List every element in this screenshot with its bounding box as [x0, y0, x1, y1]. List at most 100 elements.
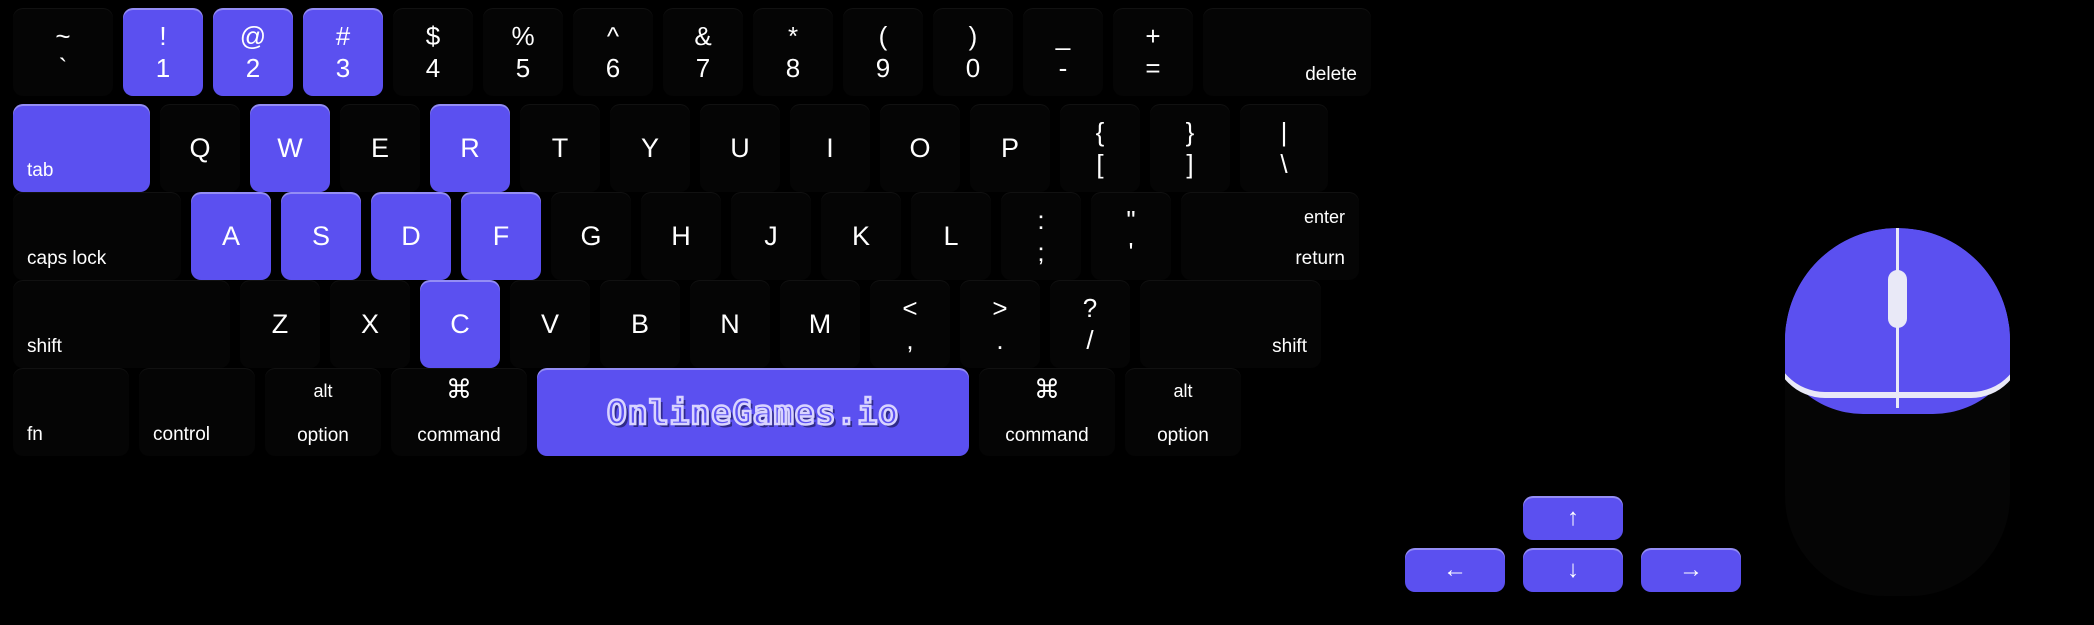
- key-delete[interactable]: delete: [1203, 8, 1371, 96]
- key-caps-lock[interactable]: caps lock: [13, 192, 181, 280]
- key-T[interactable]: T: [520, 104, 600, 192]
- key-U[interactable]: U: [700, 104, 780, 192]
- key-H[interactable]: H: [641, 192, 721, 280]
- key-M[interactable]: M: [780, 280, 860, 368]
- key-Z[interactable]: Z: [240, 280, 320, 368]
- key-label: caps lock: [27, 248, 107, 269]
- key-B[interactable]: B: [600, 280, 680, 368]
- key-space[interactable]: OnlineGames.io: [537, 368, 969, 456]
- key-shift-right[interactable]: shift: [1140, 280, 1321, 368]
- key-glyph-top: ": [1126, 205, 1136, 235]
- key-R[interactable]: R: [430, 104, 510, 192]
- key-glyph-top: ~: [55, 21, 71, 51]
- key-5[interactable]: % 5: [483, 8, 563, 96]
- keyboard-mouse-controls-screen: ~ ` ! 1 @2 #3 $4 % 5 ^ 6 & 7 * 8 (9) 0…: [0, 0, 2094, 625]
- arrow-left-icon: ←: [1443, 556, 1467, 583]
- key-glyph-bottom: [: [1096, 149, 1104, 179]
- key-W[interactable]: W: [250, 104, 330, 192]
- key-fn[interactable]: fn: [13, 368, 129, 456]
- key-X[interactable]: X: [330, 280, 410, 368]
- key-glyph: V: [540, 308, 559, 339]
- key-label: delete: [1305, 64, 1357, 85]
- key-label: tab: [27, 160, 54, 181]
- key-comma[interactable]: <,: [870, 280, 950, 368]
- key-glyph: S: [311, 220, 330, 251]
- key-arrow-down[interactable]: ↓: [1523, 548, 1623, 592]
- key-shift-left[interactable]: shift: [13, 280, 230, 368]
- keyboard-row-qwerty: tab Q W E R T Y U I O P {[ }] | \: [8, 104, 1333, 192]
- key-glyph-bottom: 1: [155, 53, 171, 83]
- key-label: shift: [27, 336, 62, 357]
- key-control[interactable]: control: [139, 368, 255, 456]
- key-glyph-bottom: -: [1058, 53, 1068, 83]
- virtual-keyboard: ~ ` ! 1 @2 #3 $4 % 5 ^ 6 & 7 * 8 (9) 0…: [0, 0, 1760, 625]
- key-semicolon[interactable]: :;: [1001, 192, 1081, 280]
- key-bracket-left[interactable]: {[: [1060, 104, 1140, 192]
- key-equals[interactable]: + =: [1113, 8, 1193, 96]
- key-glyph-bottom: 0: [965, 53, 981, 83]
- key-slash[interactable]: ? /: [1050, 280, 1130, 368]
- key-Q[interactable]: Q: [160, 104, 240, 192]
- key-glyph-bottom: /: [1086, 325, 1094, 355]
- key-glyph-top: $: [425, 21, 441, 51]
- key-A[interactable]: A: [191, 192, 271, 280]
- key-glyph: H: [671, 220, 691, 251]
- key-option-left[interactable]: alt option: [265, 368, 381, 456]
- key-glyph-bottom: 2: [245, 53, 261, 83]
- key-G[interactable]: G: [551, 192, 631, 280]
- key-1[interactable]: ! 1: [123, 8, 203, 96]
- key-P[interactable]: P: [970, 104, 1050, 192]
- key-arrow-up[interactable]: ↑: [1523, 496, 1623, 540]
- key-tab[interactable]: tab: [13, 104, 150, 192]
- key-C[interactable]: C: [420, 280, 500, 368]
- key-arrow-right[interactable]: →: [1641, 548, 1741, 592]
- key-8[interactable]: * 8: [753, 8, 833, 96]
- key-N[interactable]: N: [690, 280, 770, 368]
- key-quote[interactable]: " ': [1091, 192, 1171, 280]
- key-S[interactable]: S: [281, 192, 361, 280]
- key-arrow-left[interactable]: ←: [1405, 548, 1505, 592]
- key-4[interactable]: $4: [393, 8, 473, 96]
- key-L[interactable]: L: [911, 192, 991, 280]
- key-2[interactable]: @2: [213, 8, 293, 96]
- mouse-body: [1785, 228, 2010, 596]
- key-3[interactable]: #3: [303, 8, 383, 96]
- key-bracket-right[interactable]: }]: [1150, 104, 1230, 192]
- computer-mouse[interactable]: [1785, 228, 2010, 596]
- key-glyph: R: [460, 132, 480, 163]
- key-glyph-bottom: ;: [1037, 237, 1045, 267]
- key-glyph-bottom: `: [58, 53, 68, 83]
- key-7[interactable]: & 7: [663, 8, 743, 96]
- key-label: option: [297, 425, 349, 446]
- key-glyph: M: [808, 308, 832, 339]
- key-O[interactable]: O: [880, 104, 960, 192]
- key-glyph-bottom: .: [996, 325, 1004, 355]
- key-I[interactable]: I: [790, 104, 870, 192]
- key-K[interactable]: K: [821, 192, 901, 280]
- key-return[interactable]: enter return: [1181, 192, 1359, 280]
- key-option-right[interactable]: alt option: [1125, 368, 1241, 456]
- key-minus[interactable]: _ -: [1023, 8, 1103, 96]
- key-glyph: J: [764, 220, 778, 251]
- key-period[interactable]: >.: [960, 280, 1040, 368]
- key-glyph: W: [277, 132, 303, 163]
- key-glyph-bottom: ]: [1186, 149, 1194, 179]
- key-J[interactable]: J: [731, 192, 811, 280]
- key-6[interactable]: ^ 6: [573, 8, 653, 96]
- key-Y[interactable]: Y: [610, 104, 690, 192]
- key-V[interactable]: V: [510, 280, 590, 368]
- key-backtick[interactable]: ~ `: [13, 8, 113, 96]
- key-E[interactable]: E: [340, 104, 420, 192]
- key-command-right[interactable]: ⌘ command: [979, 368, 1115, 456]
- key-glyph-bottom: 3: [335, 53, 351, 83]
- key-glyph-bottom: 4: [425, 53, 441, 83]
- mouse-scroll-wheel[interactable]: [1888, 270, 1907, 328]
- key-glyph-top: &: [694, 21, 712, 51]
- key-0[interactable]: ) 0: [933, 8, 1013, 96]
- key-F[interactable]: F: [461, 192, 541, 280]
- key-command-left[interactable]: ⌘ command: [391, 368, 527, 456]
- command-icon: ⌘: [1034, 374, 1060, 404]
- key-D[interactable]: D: [371, 192, 451, 280]
- key-backslash[interactable]: | \: [1240, 104, 1328, 192]
- key-9[interactable]: (9: [843, 8, 923, 96]
